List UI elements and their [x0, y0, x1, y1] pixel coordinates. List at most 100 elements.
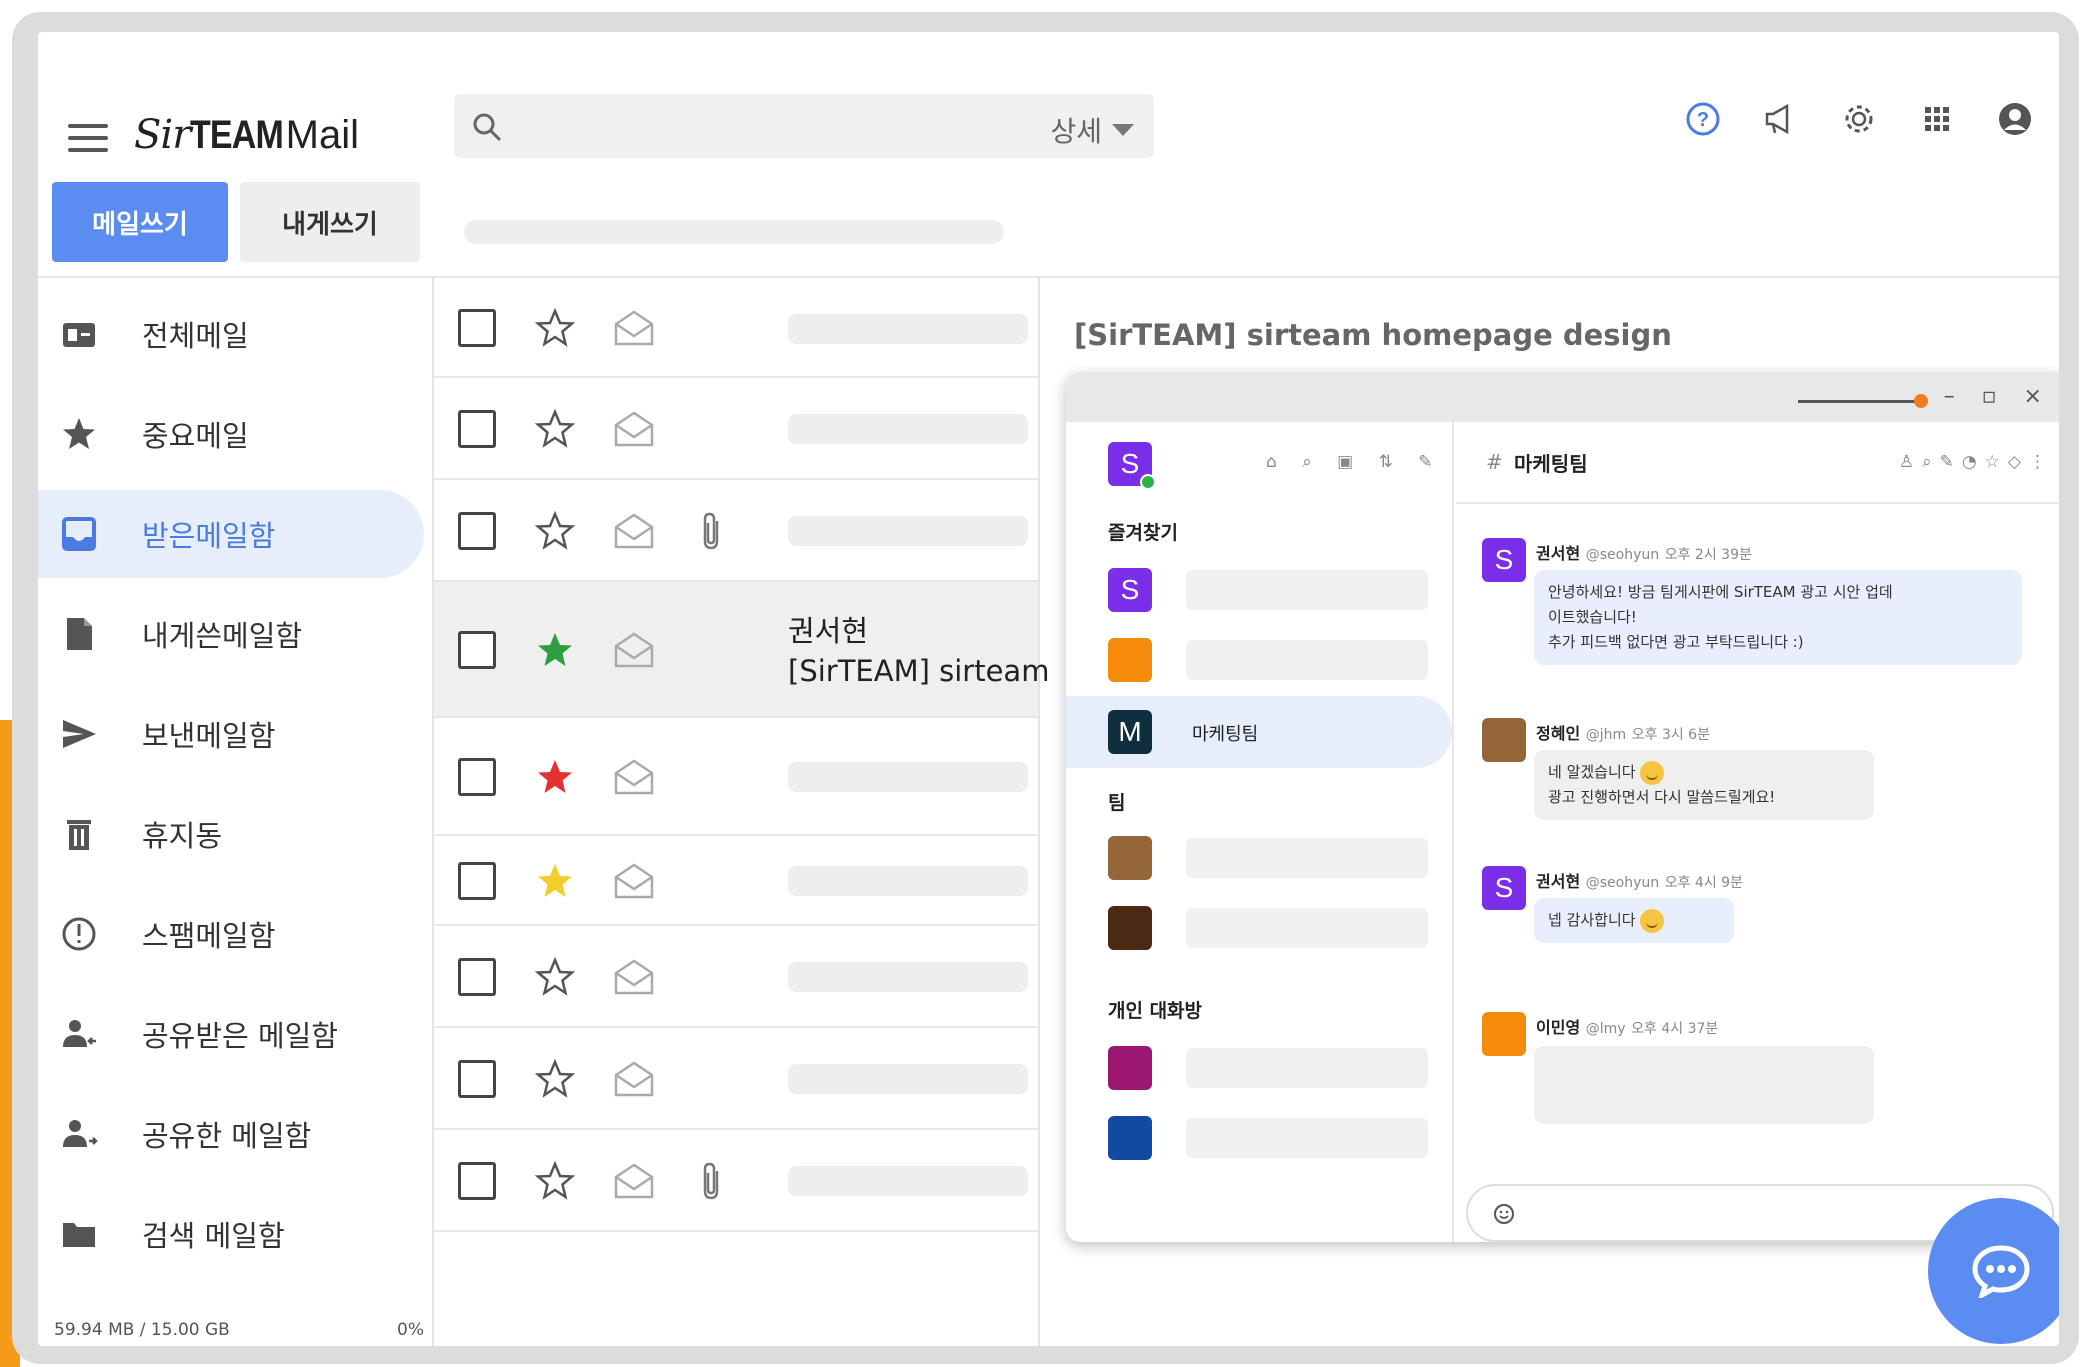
subject-placeholder: [788, 1166, 1028, 1196]
header-actions: ?: [1685, 94, 2033, 144]
row-checkbox[interactable]: [458, 512, 496, 550]
chat-toolbar-icons[interactable]: ♙⌕✎◔☆◇⋮: [1899, 452, 2054, 472]
favorite-avatar[interactable]: S: [1108, 568, 1152, 612]
row-checkbox[interactable]: [458, 758, 496, 796]
message-bubble: 넵 감사합니다: [1534, 898, 1734, 943]
sidebar-item-shared-in[interactable]: 공유받은 메일함: [38, 990, 424, 1078]
row-checkbox[interactable]: [458, 631, 496, 669]
sidebar-item-search-mail[interactable]: 검색 메일함: [38, 1190, 424, 1278]
chat-fab-button[interactable]: [1928, 1198, 2059, 1344]
compose-button[interactable]: 메일쓰기: [52, 182, 228, 262]
message-meta: 권서현 @seohyun 오후 4시 9분: [1536, 872, 1743, 891]
emoji-picker-icon[interactable]: [1492, 1202, 1516, 1226]
row-checkbox[interactable]: [458, 862, 496, 900]
mail-row[interactable]: [434, 836, 1038, 926]
star-outline-icon[interactable]: [534, 510, 576, 552]
star-yellow-icon[interactable]: [534, 860, 576, 902]
apps-grid-icon[interactable]: [1919, 101, 1955, 137]
window-controls[interactable]: – ▫ ×: [1944, 384, 2052, 409]
toolbar-placeholder: [464, 220, 1004, 244]
row-checkbox[interactable]: [458, 1162, 496, 1200]
sidebar-item-sent[interactable]: 보낸메일함: [38, 690, 424, 778]
envelope-open-icon: [614, 863, 654, 899]
envelope-open-icon: [614, 959, 654, 995]
star-outline-icon[interactable]: [534, 1058, 576, 1100]
trash-icon: [67, 820, 91, 850]
send-icon: [63, 720, 96, 748]
attachment-icon: [703, 1162, 719, 1200]
star-red-icon[interactable]: [534, 756, 576, 798]
mail-sender: 권서현: [788, 614, 869, 648]
subject-placeholder: [788, 866, 1028, 896]
sidebar-item-self-sent[interactable]: 내게쓴메일함: [38, 590, 424, 678]
row-checkbox[interactable]: [458, 958, 496, 996]
team-avatar[interactable]: [1108, 906, 1152, 950]
favorites-heading: 즐겨찾기: [1108, 522, 1178, 544]
opacity-slider-track[interactable]: [1798, 400, 1918, 403]
opacity-slider-handle[interactable]: [1914, 394, 1928, 408]
star-outline-icon[interactable]: [534, 307, 576, 349]
channel-placeholder: [1186, 838, 1428, 878]
search-advanced-button[interactable]: 상세: [1050, 110, 1134, 150]
message-bubble: 네 알겠습니다 광고 진행하면서 다시 말씀드릴게요!: [1534, 750, 1874, 820]
chat-panel: # 마케팅팀 ♙⌕✎◔☆◇⋮ S 권서현 @seohyun 오후 2시 39분 …: [1456, 422, 2059, 1242]
row-checkbox[interactable]: [458, 410, 496, 448]
dm-avatar[interactable]: [1108, 1116, 1152, 1160]
star-green-icon[interactable]: [534, 629, 576, 671]
header-divider: [38, 276, 2059, 278]
channel-item-marketing[interactable]: M 마케팅팀: [1066, 696, 1452, 768]
messenger-sidebar: S ⌂ ⌕ ▣ ⇅ ✎ 즐겨찾기 S M 마케팅팀 팀 개인 대화방: [1066, 422, 1454, 1242]
star-outline-icon[interactable]: [534, 408, 576, 450]
list-divider: [1038, 278, 1040, 1346]
caret-down-icon: [1112, 124, 1134, 136]
gear-icon[interactable]: [1841, 101, 1877, 137]
device-frame: Sir TEAM Mail 상세 ? 메일쓰기 내게쓰기 전체메일 중요메일 받…: [12, 12, 2079, 1364]
message-meta: 이민영 @lmy 오후 4시 37분: [1536, 1018, 1719, 1037]
sender-avatar: S: [1482, 538, 1526, 582]
subject-placeholder: [788, 414, 1028, 444]
star-outline-icon[interactable]: [534, 1160, 576, 1202]
mail-row[interactable]: [434, 718, 1038, 836]
sidebar-item-spam[interactable]: 스팸메일함: [38, 890, 424, 978]
sidebar-item-trash[interactable]: 휴지동: [38, 790, 424, 878]
sidebar-item-all-mail[interactable]: 전체메일: [38, 290, 424, 378]
mail-row[interactable]: [434, 480, 1038, 582]
favorite-avatar[interactable]: [1108, 638, 1152, 682]
storage-percent: 0%: [397, 1320, 424, 1340]
team-avatar[interactable]: [1108, 836, 1152, 880]
dm-avatar[interactable]: [1108, 1046, 1152, 1090]
smile-emoji-icon: [1639, 760, 1664, 785]
sidebar-item-important[interactable]: 중요메일: [38, 390, 424, 478]
mail-row[interactable]: [434, 378, 1038, 480]
sender-avatar: S: [1482, 866, 1526, 910]
envelope-open-icon: [614, 632, 654, 668]
envelope-open-icon: [614, 759, 654, 795]
star-outline-icon[interactable]: [534, 956, 576, 998]
envelope-open-icon: [614, 1163, 654, 1199]
storage-usage: 59.94 MB / 15.00 GB 0%: [54, 1320, 424, 1340]
row-checkbox[interactable]: [458, 1060, 496, 1098]
mail-row[interactable]: [434, 1028, 1038, 1130]
mail-row[interactable]: [434, 926, 1038, 1028]
account-icon[interactable]: [1997, 101, 2033, 137]
message-bubble: 안녕하세요! 방금 팀게시판에 SirTEAM 광고 시안 업데 이트했습니다!…: [1534, 570, 2022, 665]
messenger-window: – ▫ × S ⌂ ⌕ ▣ ⇅ ✎ 즐겨찾기 S M 마케팅팀 팀 개인 대화방: [1066, 372, 2059, 1242]
menu-icon[interactable]: [68, 124, 108, 152]
sidebar-toolbar-icons[interactable]: ⌂ ⌕ ▣ ⇅ ✎: [1266, 452, 1442, 472]
subject-placeholder: [788, 762, 1028, 792]
mail-row-selected[interactable]: 권서현 [SirTEAM] sirteam: [434, 582, 1049, 718]
search-input[interactable]: 상세: [454, 94, 1154, 158]
sidebar-item-inbox[interactable]: 받은메일함: [38, 490, 424, 578]
help-icon[interactable]: ?: [1685, 101, 1721, 137]
sidebar-item-shared-out[interactable]: 공유한 메일함: [38, 1090, 424, 1178]
megaphone-icon[interactable]: [1763, 101, 1799, 137]
subject-placeholder: [788, 962, 1028, 992]
mail-row[interactable]: [434, 1130, 1038, 1232]
mail-row[interactable]: [434, 278, 1038, 378]
subject-placeholder: [788, 516, 1028, 546]
shared-out-icon: [63, 1120, 98, 1147]
message-meta: 권서현 @seohyun 오후 2시 39분: [1536, 544, 1752, 563]
row-checkbox[interactable]: [458, 309, 496, 347]
envelope-open-icon: [614, 1061, 654, 1097]
self-compose-button[interactable]: 내게쓰기: [240, 182, 420, 262]
